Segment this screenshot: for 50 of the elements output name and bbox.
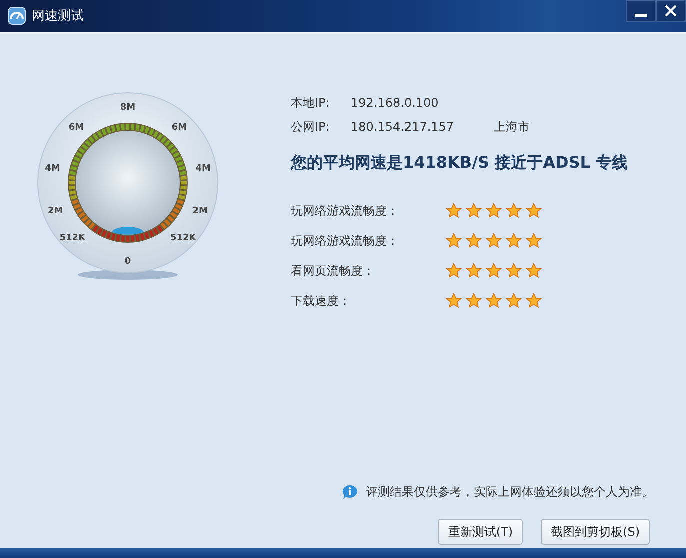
star-icon [486,263,502,279]
action-button[interactable]: 重新测试(T) [438,519,524,545]
scale-label: 2M [192,206,208,216]
close-button[interactable] [656,0,686,22]
scale-label: 6M [68,122,84,133]
star-icon [526,263,542,279]
star-icon [506,293,522,309]
rating-label: 下载速度： [291,292,352,310]
speedometer-icon [8,7,26,25]
scale-label: 6M [172,122,188,133]
minimize-icon [635,14,647,16]
star-icon [466,203,482,219]
scale-label: 0 [124,257,132,267]
location-text: 上海市 [494,118,530,136]
close-icon [665,5,677,17]
star-icon [526,203,542,219]
window-title: 网速测试 [32,8,84,25]
scale-label: 4M [45,164,60,174]
star-icon [506,203,522,219]
info-icon [342,485,358,500]
star-icon [486,293,502,309]
star-icon [446,233,462,249]
star-icon [506,263,522,279]
scale-label: 512K [170,234,196,244]
rating-label: 玩网络游戏流畅度： [291,232,400,250]
star-icon [526,293,542,309]
star-icon [466,233,482,249]
star-icon [446,263,462,279]
ip-address: 192.168.0.100 [351,96,440,110]
scale-label: 2M [48,206,64,216]
star-icon [446,293,462,309]
star-icon [466,293,482,309]
star-icon [526,233,542,249]
star-icon [486,233,502,249]
ip-label: 公网IP: [291,118,331,136]
star-icon [486,203,502,219]
speed-result: 您的平均网速是1418KB/S 接近于ADSL 专线 [291,153,628,174]
scale-label: 8M [120,103,136,113]
ip-address: 180.154.217.157 [351,120,456,134]
ip-label: 本地IP: [291,94,331,112]
scale-label: 512K [60,234,86,244]
star-icon [506,233,522,249]
scale-label: 4M [196,164,211,174]
rating-label: 玩网络游戏流畅度： [291,202,400,220]
disclaimer-text: 评测结果仅供参考，实际上网体验还须以您个人为准。 [366,484,654,501]
star-icon [466,263,482,279]
star-icon [446,203,462,219]
minimize-button[interactable] [626,0,656,22]
rating-label: 看网页流畅度： [291,262,376,280]
action-button[interactable]: 截图到剪切板(S) [541,519,650,545]
